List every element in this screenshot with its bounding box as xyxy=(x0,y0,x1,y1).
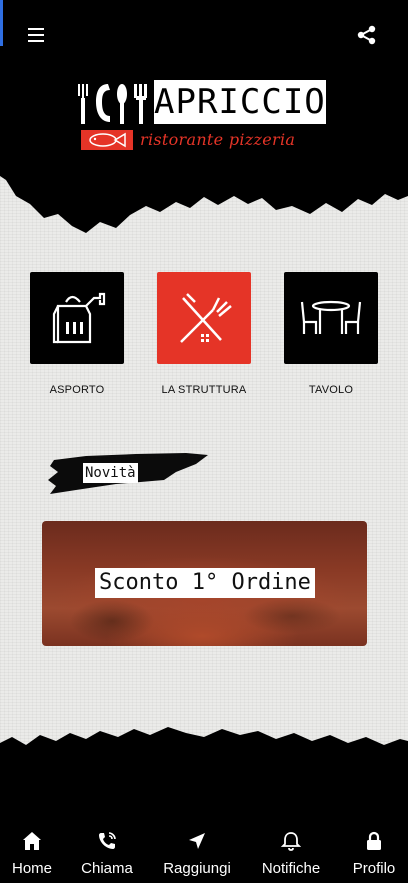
nav-label-notifiche: Notifiche xyxy=(261,860,321,877)
table-chairs-icon xyxy=(300,300,362,334)
share-button[interactable] xyxy=(356,24,378,46)
logo-wordmark: APRICCIO xyxy=(154,80,326,124)
logo-subtitle: ristorante pizzeria xyxy=(140,130,296,149)
nav-notifiche[interactable]: Notifiche xyxy=(251,830,331,880)
tile-tavolo[interactable] xyxy=(284,272,378,364)
fork-knife-crossed-icon xyxy=(180,293,232,343)
tile-asporto[interactable] xyxy=(30,272,124,364)
nav-chiama[interactable]: Chiama xyxy=(67,830,147,880)
tile-label-tavolo: TAVOLO xyxy=(308,384,354,396)
hamburger-menu-icon xyxy=(28,28,44,30)
tile-label-asporto: ASPORTO xyxy=(49,384,105,396)
news-section-heading: Novità xyxy=(83,463,138,483)
takeaway-bag-icon xyxy=(52,292,106,344)
app-screen: APRICCIO ristorante pizzeria ASPORTO LA … xyxy=(0,0,408,883)
lock-icon xyxy=(367,831,381,850)
navigation-arrow-icon xyxy=(189,833,205,849)
cutlery-logo-icon xyxy=(78,84,147,124)
home-icon xyxy=(23,832,41,850)
nav-label-raggiungi: Raggiungi xyxy=(163,860,231,877)
nav-label-home: Home xyxy=(11,860,52,877)
tile-label-la-struttura: LA STRUTTURA xyxy=(161,384,247,396)
nav-profilo[interactable]: Profilo xyxy=(334,830,408,880)
promo-banner-title: Sconto 1° Ordine xyxy=(95,568,315,598)
nav-raggiungi[interactable]: Raggiungi xyxy=(157,830,237,880)
nav-home[interactable]: Home xyxy=(0,830,72,880)
share-icon xyxy=(357,25,376,45)
restaurant-logo: APRICCIO ristorante pizzeria xyxy=(78,80,330,155)
menu-button[interactable] xyxy=(24,22,50,48)
bell-icon xyxy=(280,832,302,851)
tile-la-struttura[interactable] xyxy=(157,272,251,364)
nav-label-profilo: Profilo xyxy=(352,860,396,877)
active-edge-indicator xyxy=(0,0,3,46)
hamburger-menu-icon-bar xyxy=(28,34,44,36)
fish-icon xyxy=(81,130,133,150)
phone-call-icon xyxy=(99,832,116,849)
nav-label-chiama: Chiama xyxy=(81,860,133,877)
hamburger-menu-icon-bar xyxy=(28,40,44,42)
